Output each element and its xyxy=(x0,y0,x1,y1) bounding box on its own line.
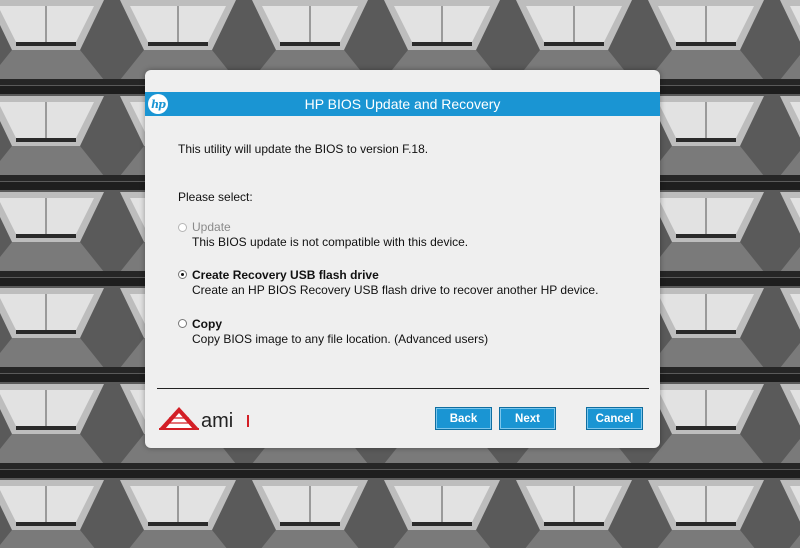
copy-radio[interactable] xyxy=(178,319,187,328)
ami-logo-text: ami xyxy=(201,410,233,432)
create-recovery-usb-description: Create an HP BIOS Recovery USB flash dri… xyxy=(192,283,599,297)
copy-option-description: Copy BIOS image to any file location. (A… xyxy=(192,332,489,346)
copy-option-label[interactable]: Copy xyxy=(192,317,222,331)
cancel-button[interactable]: Cancel xyxy=(586,407,643,430)
next-button[interactable]: Next xyxy=(499,407,556,430)
create-recovery-usb-label[interactable]: Create Recovery USB flash drive xyxy=(192,268,379,282)
intro-text: This utility will update the BIOS to ver… xyxy=(178,142,429,156)
select-prompt: Please select: xyxy=(178,190,253,204)
update-radio xyxy=(178,223,187,232)
back-button[interactable]: Back xyxy=(435,407,492,430)
title-bar: hp HP BIOS Update and Recovery xyxy=(145,92,660,116)
bios-update-dialog: hp HP BIOS Update and Recovery This util… xyxy=(145,70,660,448)
window-title: HP BIOS Update and Recovery xyxy=(304,96,501,112)
ami-logo-icon: ami xyxy=(159,407,249,432)
footer-divider xyxy=(157,388,649,389)
update-option-label: Update xyxy=(192,220,231,234)
update-option-description: This BIOS update is not compatible with … xyxy=(192,235,469,249)
create-recovery-usb-radio[interactable] xyxy=(178,270,187,279)
